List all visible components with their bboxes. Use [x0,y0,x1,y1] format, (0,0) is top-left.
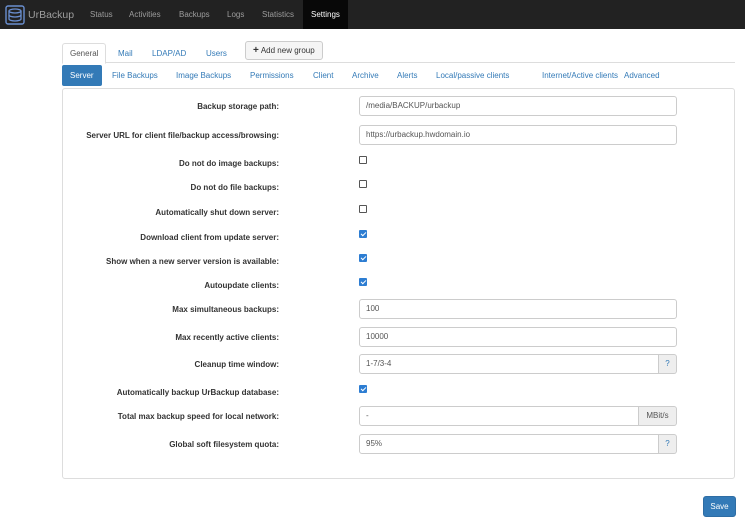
global-quota-label: Global soft filesystem quota: [169,440,279,449]
download-client-label: Download client from update server: [140,233,279,242]
total-max-speed-label: Total max backup speed for local network… [117,412,279,421]
subtab-local-passive-clients[interactable]: Local/passive clients [436,65,509,86]
cleanup-window-label: Cleanup time window: [194,360,279,369]
subtab-server[interactable]: Server [62,65,102,86]
backup-storage-path-input[interactable]: /media/BACKUP/urbackup [359,96,677,116]
brand-name: UrBackup [28,8,75,21]
server-url-label: Server URL for client file/backup access… [86,131,279,140]
subtab-image-backups[interactable]: Image Backups [176,65,231,86]
cleanup-window-input[interactable]: 1-7/3-4 [359,354,659,374]
nav-status[interactable]: Status [90,0,113,29]
server-url-input[interactable]: https://urbackup.hwdomain.io [359,125,677,145]
urbackup-logo-icon [5,4,25,25]
speed-unit-addon: MBit/s [639,406,677,426]
backup-storage-path-label: Backup storage path: [197,102,279,111]
auto-shutdown-label: Automatically shut down server: [155,208,279,217]
top-navbar: UrBackup Status Activities Backups Logs … [0,0,745,29]
nav-statistics[interactable]: Statistics [262,0,294,29]
max-recently-active-label: Max recently active clients: [175,333,279,342]
subtab-alerts[interactable]: Alerts [397,65,417,86]
auto-shutdown-checkbox[interactable] [359,205,367,213]
global-quota-help-button[interactable]: ? [659,434,677,454]
global-quota-input[interactable]: 95% [359,434,659,454]
no-image-backups-checkbox[interactable] [359,156,367,164]
subtab-archive[interactable]: Archive [352,65,379,86]
max-simultaneous-label: Max simultaneous backups: [172,305,279,314]
nav-settings[interactable]: Settings [303,0,348,29]
server-settings-tabs: Server File Backups Image Backups Permis… [62,65,735,86]
cleanup-window-help-button[interactable]: ? [659,354,677,374]
max-recently-active-input[interactable]: 10000 [359,327,677,347]
brand[interactable]: UrBackup [5,3,74,26]
tab-users[interactable]: Users [206,44,227,63]
save-button[interactable]: Save [703,496,736,517]
auto-backup-db-label: Automatically backup UrBackup database: [116,388,279,397]
nav-logs[interactable]: Logs [227,0,244,29]
subtab-advanced[interactable]: Advanced [624,65,660,86]
tab-general[interactable]: General [62,43,107,64]
nav-activities[interactable]: Activities [129,0,161,29]
download-client-checkbox[interactable] [359,230,367,238]
settings-tabs: General Mail LDAP/AD Users [62,41,735,64]
show-new-version-label: Show when a new server version is availa… [106,257,279,266]
subtab-client[interactable]: Client [313,65,333,86]
subtab-file-backups[interactable]: File Backups [112,65,158,86]
subtab-permissions[interactable]: Permissions [250,65,294,86]
tab-mail[interactable]: Mail [118,44,133,63]
no-image-backups-label: Do not do image backups: [178,159,279,168]
auto-backup-db-checkbox[interactable] [359,385,367,393]
no-file-backups-label: Do not do file backups: [190,183,279,192]
add-group-label: Add new group [260,46,315,55]
tab-ldap[interactable]: LDAP/AD [152,44,186,63]
total-max-speed-input[interactable]: - [359,406,639,426]
nav-backups[interactable]: Backups [179,0,210,29]
plus-icon: + [253,45,259,56]
show-new-version-checkbox[interactable] [359,254,367,262]
max-simultaneous-input[interactable]: 100 [359,299,677,319]
autoupdate-clients-label: Autoupdate clients: [204,281,279,290]
no-file-backups-checkbox[interactable] [359,180,367,188]
autoupdate-clients-checkbox[interactable] [359,278,367,286]
subtab-internet-active-clients[interactable]: Internet/Active clients [542,65,618,86]
add-new-group-button[interactable]: + Add new group [245,41,323,60]
settings-panel: Backup storage path: /media/BACKUP/urbac… [62,88,735,479]
